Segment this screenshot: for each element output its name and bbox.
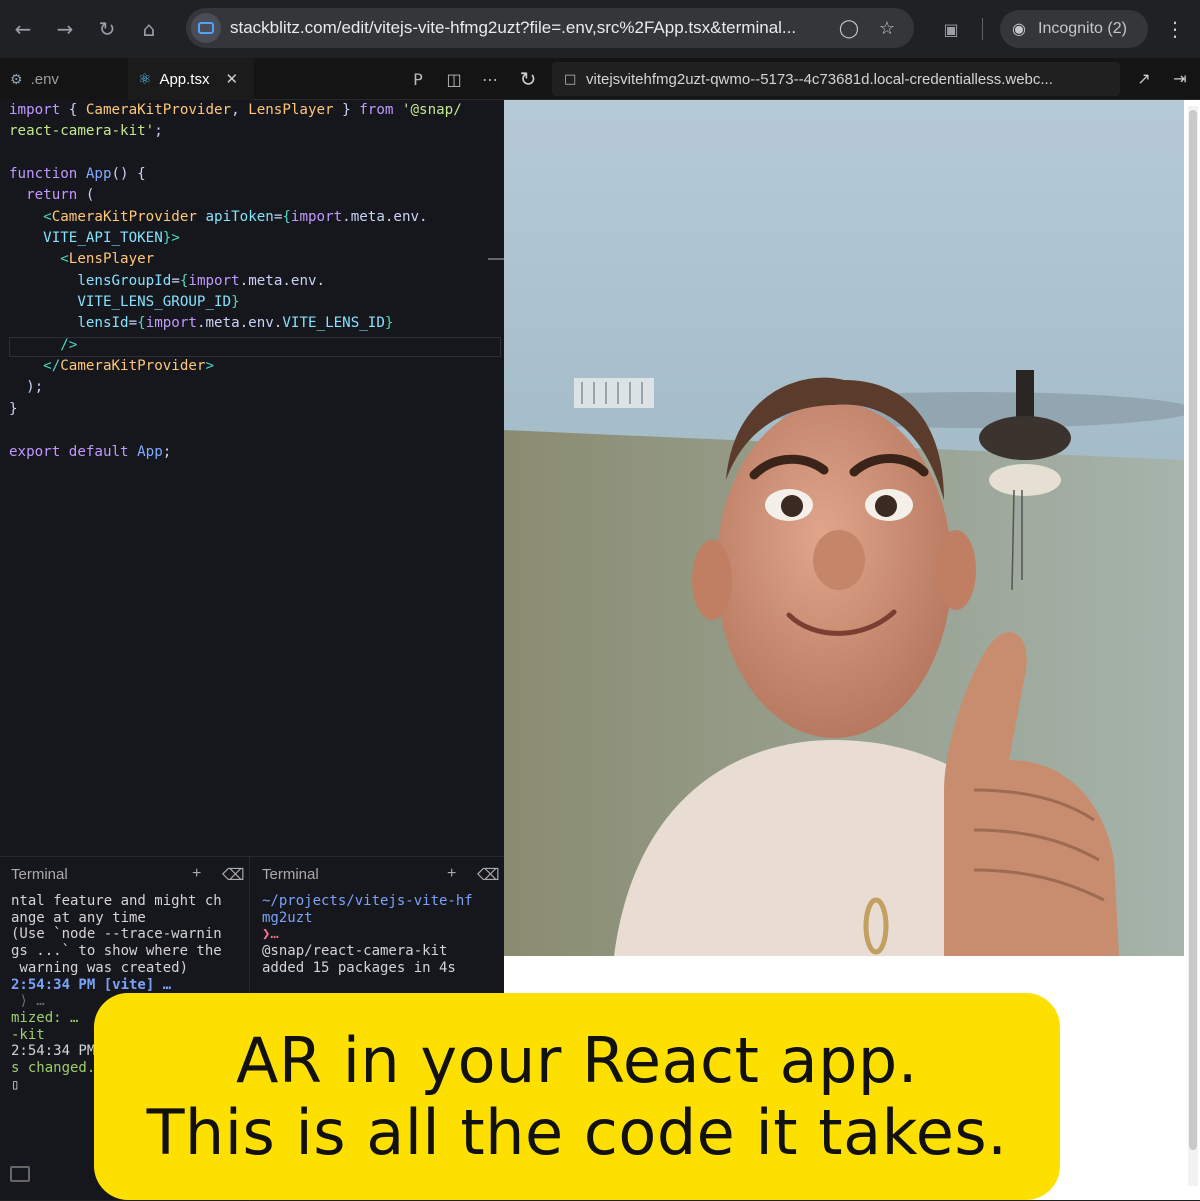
preview-scrollbar[interactable]: [1188, 106, 1198, 1186]
incognito-button[interactable]: ◉ Incognito (2): [1000, 10, 1148, 48]
camera-lens-video: [504, 100, 1184, 956]
incognito-icon: ◉: [1012, 21, 1026, 38]
scrollbar-thumb[interactable]: [1189, 110, 1197, 1150]
panel-toggle-icon[interactable]: [10, 1166, 30, 1182]
editor-tab-bar: ⚙ .env ⚛ App.tsx ✕ P ◫ ⋯: [0, 58, 504, 100]
forward-arrow-icon[interactable]: →: [44, 8, 86, 50]
address-bar[interactable]: stackblitz.com/edit/vitejs-vite-hfmg2uzt…: [186, 8, 914, 48]
tab-label: App.tsx: [159, 70, 210, 88]
browser-menu-icon[interactable]: ⋮: [1160, 14, 1190, 44]
prettier-icon[interactable]: P: [400, 70, 436, 89]
collapse-panel-icon[interactable]: ⇥: [1166, 66, 1194, 92]
caption-line-2: This is all the code it takes.: [146, 1095, 1008, 1169]
star-icon[interactable]: ☆: [868, 18, 906, 39]
tab-env[interactable]: ⚙ .env: [0, 58, 128, 100]
add-terminal-icon[interactable]: +: [447, 865, 456, 883]
tab-label: .env: [30, 70, 59, 88]
tab-app-tsx[interactable]: ⚛ App.tsx ✕: [128, 58, 254, 100]
eye-off-icon[interactable]: ◯: [830, 18, 868, 39]
terminal-output: ~/projects/vitejs-vite-hf mg2uzt ❯… @snap/r…: [262, 893, 473, 976]
split-editor-icon[interactable]: ◫: [436, 70, 472, 89]
lock-icon: □: [564, 71, 577, 87]
back-arrow-icon[interactable]: ←: [2, 8, 44, 50]
code-editor[interactable]: import { CameraKitProvider, LensPlayer }…: [0, 100, 504, 856]
tab-search-icon[interactable]: ▣: [936, 14, 966, 44]
code-content: import { CameraKitProvider, LensPlayer }…: [9, 102, 462, 460]
more-icon[interactable]: ⋯: [472, 70, 508, 89]
gear-icon: ⚙: [10, 70, 23, 87]
preview-toolbar: ↻ □ vitejsvitehfmg2uzt-qwmo--5173--4c736…: [504, 58, 1200, 100]
react-icon: ⚛: [138, 71, 152, 88]
trash-icon[interactable]: ⌫: [477, 865, 500, 885]
caption-line-1: AR in your React app.: [236, 1023, 918, 1097]
preview-address-bar[interactable]: □ vitejsvitehfmg2uzt-qwmo--5173--4c73681…: [552, 62, 1120, 96]
browser-toolbar: ← → ↻ ⌂ stackblitz.com/edit/vitejs-vite-…: [0, 0, 1200, 58]
camera-site-icon[interactable]: [191, 13, 221, 43]
caption-banner: AR in your React app. This is all the co…: [94, 993, 1060, 1200]
preview-url[interactable]: vitejsvitehfmg2uzt-qwmo--5173--4c73681d.…: [586, 71, 1116, 88]
reload-icon[interactable]: ↻: [86, 8, 128, 50]
preview-reload-icon[interactable]: ↻: [514, 65, 542, 93]
close-icon[interactable]: ✕: [225, 70, 238, 88]
incognito-label: Incognito (2): [1038, 20, 1127, 37]
editor-actions: P ◫ ⋯: [400, 58, 508, 100]
toolbar-divider: [982, 18, 983, 40]
add-terminal-icon[interactable]: +: [192, 865, 201, 883]
terminal-title: Terminal: [262, 865, 319, 883]
terminal-title: Terminal: [11, 865, 68, 883]
scrollbar-marker: [488, 258, 504, 260]
home-icon[interactable]: ⌂: [128, 8, 170, 50]
address-url[interactable]: stackblitz.com/edit/vitejs-vite-hfmg2uzt…: [230, 18, 830, 38]
open-new-window-icon[interactable]: ↗: [1130, 66, 1158, 92]
trash-icon[interactable]: ⌫: [222, 865, 245, 885]
camera-feed-image: [504, 100, 1184, 956]
